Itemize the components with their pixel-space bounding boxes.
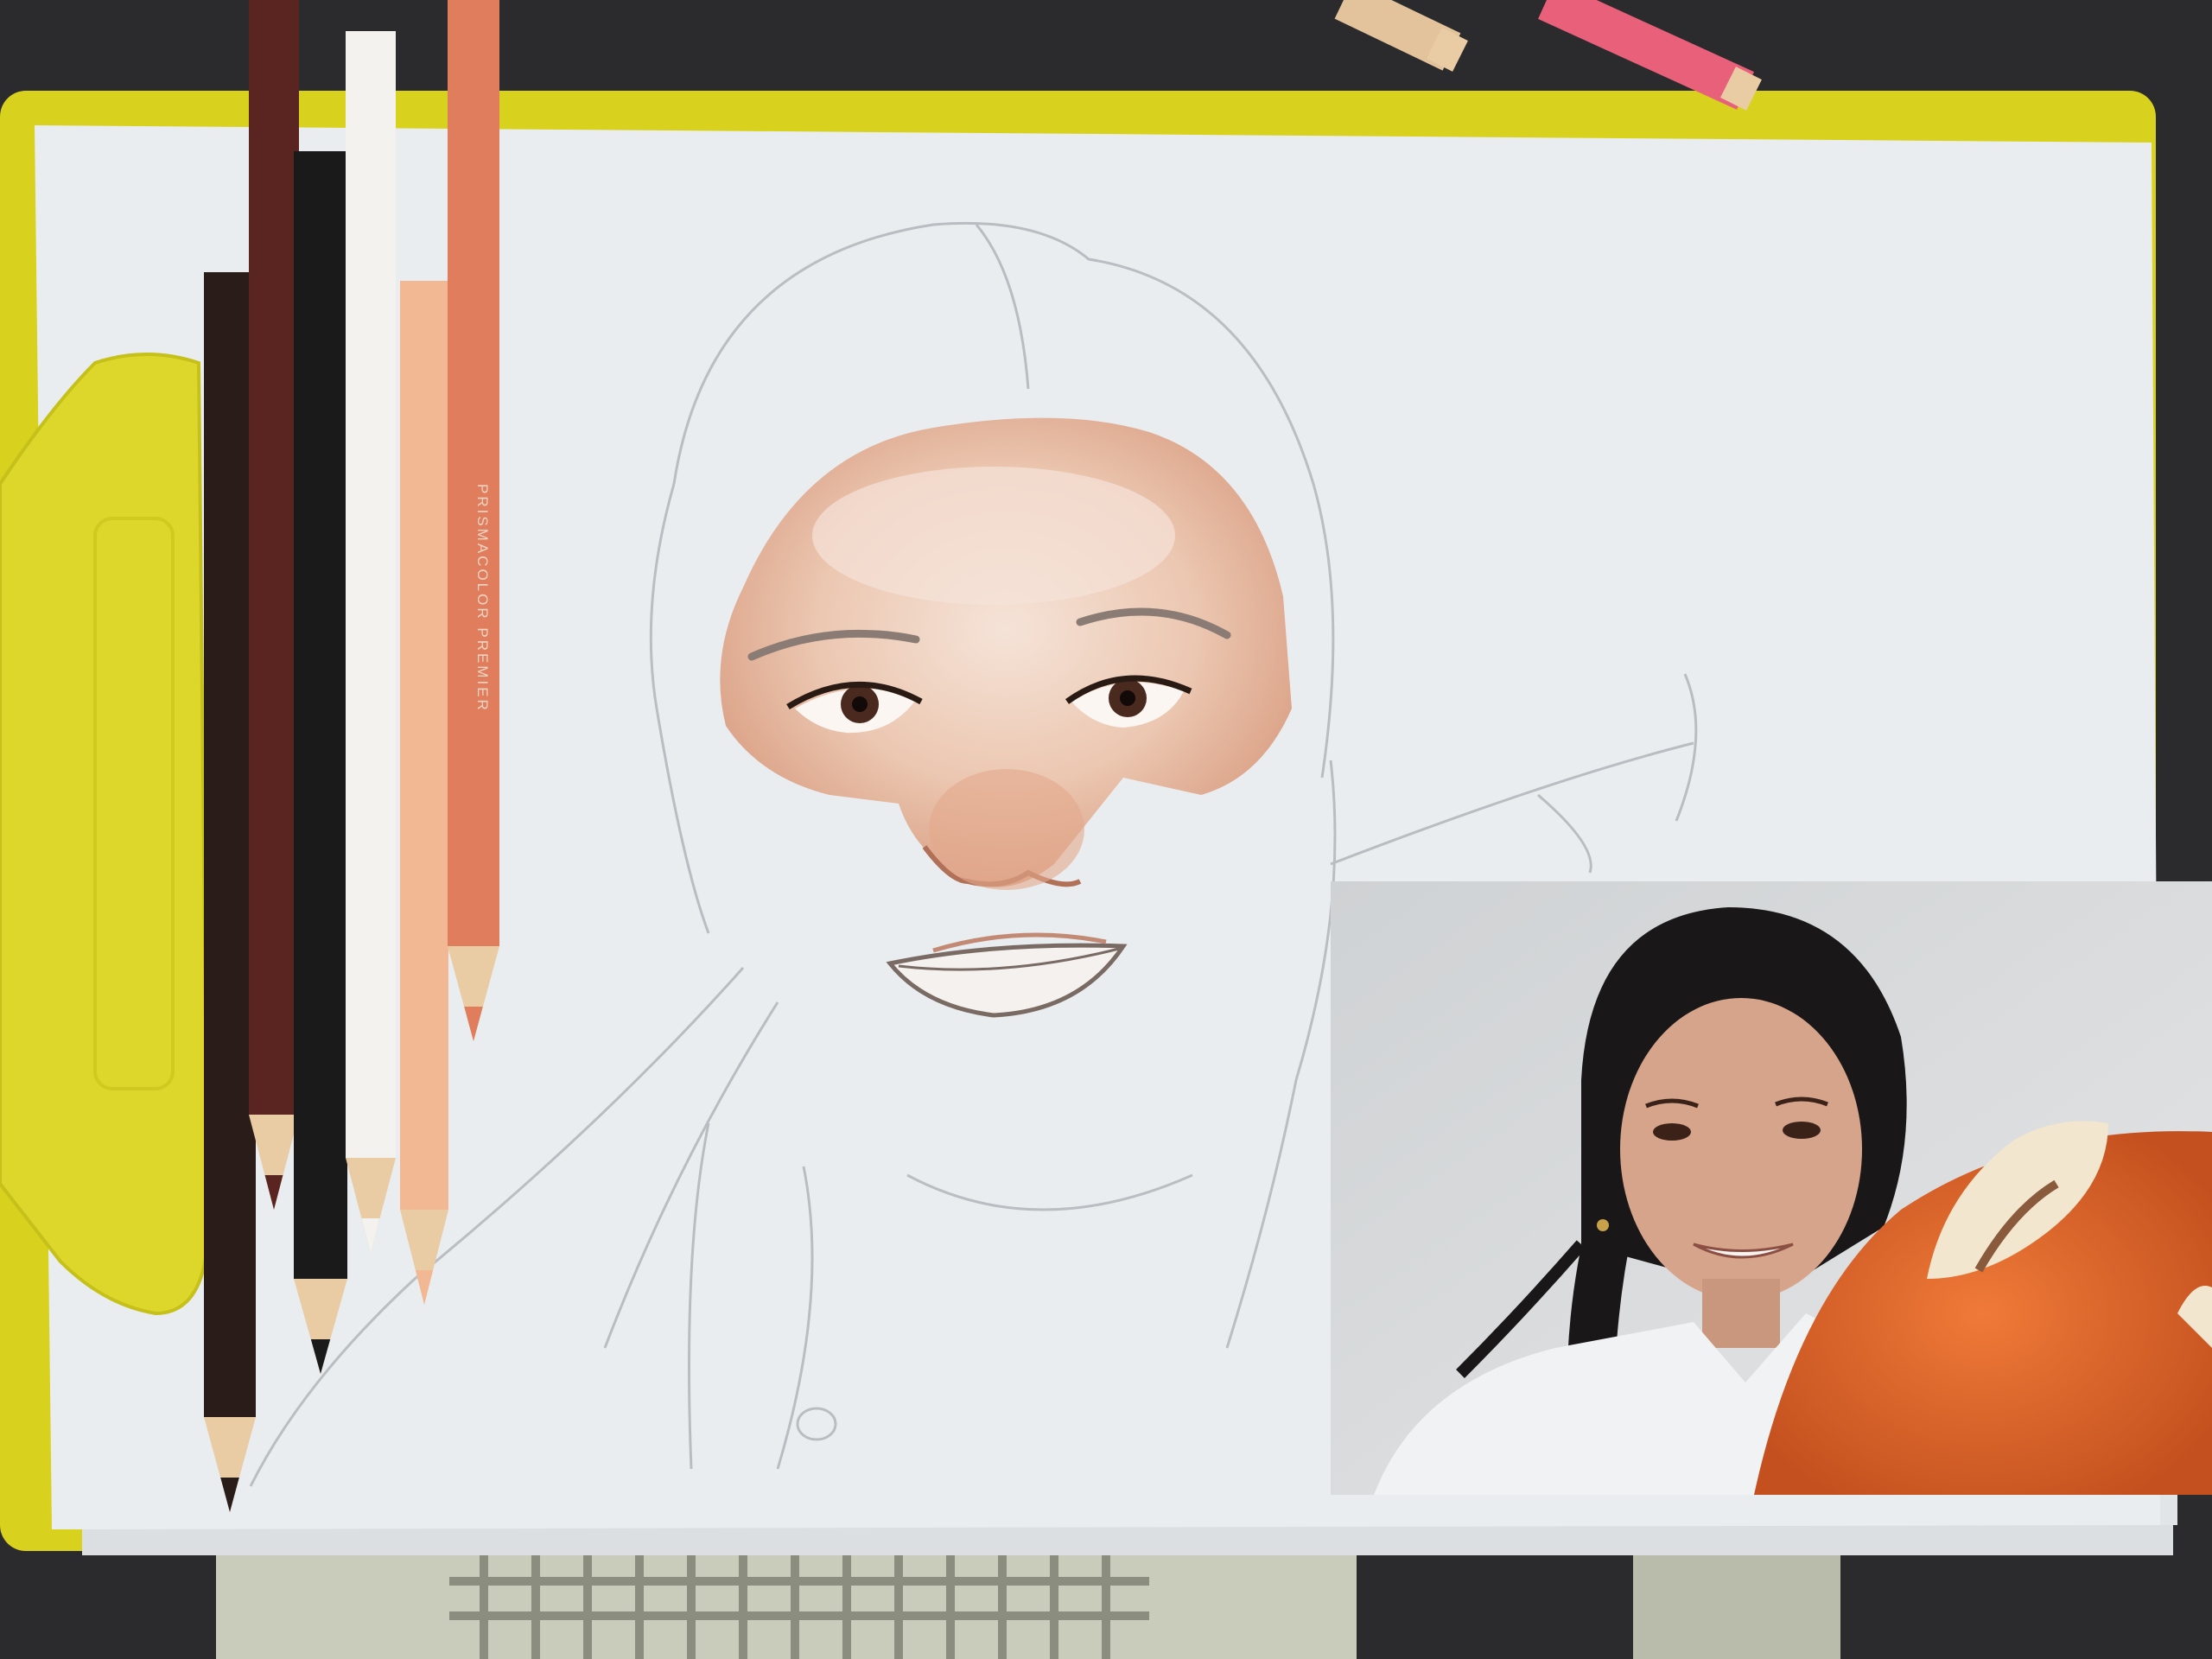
clipboard-clip — [0, 353, 211, 1316]
black-pencil — [294, 151, 347, 1374]
terra-cotta-pencil — [448, 0, 499, 1041]
dark-brown-pencil — [249, 0, 299, 1210]
pencil-brand-label: PRISMACOLOR PREMIER — [474, 484, 491, 713]
reference-photo — [1331, 881, 2212, 1495]
black-brown-pencil — [204, 272, 256, 1512]
peach-pencil — [400, 281, 448, 1305]
white-pencil — [346, 31, 396, 1253]
photo-scene: PRISMACOLOR PREMIER — [0, 0, 2212, 1659]
